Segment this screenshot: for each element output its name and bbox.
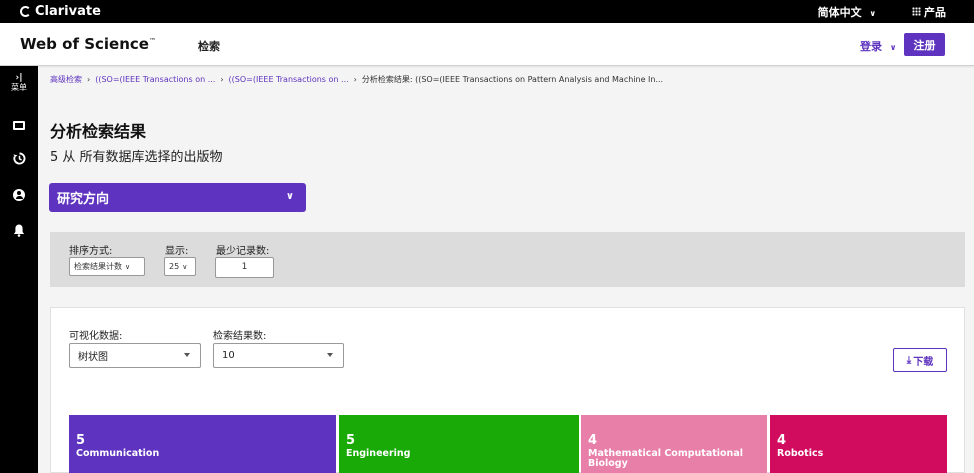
top-bar: Clarivate 简体中文 ∨ 产品 xyxy=(0,0,974,23)
min-records-input[interactable]: 1 xyxy=(215,257,274,278)
history-icon[interactable] xyxy=(12,151,26,165)
breadcrumb: 高级检索 › ((SO=(IEEE Transactions on ... › ((SO… xyxy=(50,74,663,85)
sort-label: 排序方式: xyxy=(69,246,113,257)
research-area-dropdown[interactable]: 研究方向 ∨ xyxy=(49,183,306,212)
breadcrumb-current: 分析检索结果: ((SO=(IEEE Transactions on Patte… xyxy=(361,75,664,84)
tile-name: Robotics xyxy=(777,448,824,459)
language-label: 简体中文 xyxy=(817,5,862,19)
page-title: 分析检索结果 xyxy=(50,122,147,141)
chevron-down-icon: ∨ xyxy=(889,43,897,52)
register-button[interactable]: 注册 xyxy=(904,33,945,56)
tile-name: Mathematical Computational Biology xyxy=(588,448,743,469)
breadcrumb-separator: › xyxy=(220,75,224,84)
folder-icon[interactable] xyxy=(12,118,26,132)
min-records-label: 最少记录数: xyxy=(216,246,270,257)
tile-name: Communication xyxy=(76,448,160,459)
treemap-tile-mathematical-computational-biology[interactable]: 4 Mathematical Computational Biology xyxy=(581,415,767,473)
login-menu[interactable]: 登录 ∨ xyxy=(860,38,896,54)
app-header: Web of Science™ 检索 登录 ∨ 注册 xyxy=(0,23,974,66)
sidebar-menu-toggle[interactable]: ›| 菜单 xyxy=(0,73,38,93)
clarivate-logo-icon xyxy=(20,6,31,17)
products-menu[interactable]: 产品 xyxy=(912,4,946,20)
sort-select[interactable]: 检索结果计数 ∨ xyxy=(69,257,145,276)
treemap-tile-robotics[interactable]: 4 Robotics xyxy=(770,415,947,473)
language-selector[interactable]: 简体中文 ∨ xyxy=(818,4,876,20)
breadcrumb-separator: › xyxy=(353,75,357,84)
show-value: 25 xyxy=(169,262,180,271)
breadcrumb-query-2[interactable]: ((SO=(IEEE Transactions on ... xyxy=(229,75,349,84)
chevron-down-icon: ∨ xyxy=(182,262,188,271)
breadcrumb-advanced-search[interactable]: 高级检索 xyxy=(50,75,82,84)
breadcrumb-query-1[interactable]: ((SO=(IEEE Transactions on ... xyxy=(95,75,215,84)
tile-count: 4 xyxy=(588,433,598,448)
bell-icon[interactable] xyxy=(12,223,26,237)
show-select[interactable]: 25 ∨ xyxy=(164,257,196,276)
treemap-tile-communication[interactable]: 5 Communication xyxy=(69,415,336,473)
grid-icon xyxy=(912,7,921,16)
tile-name: Engineering xyxy=(346,448,411,459)
brand-name: Clarivate xyxy=(35,4,101,19)
user-icon[interactable] xyxy=(12,188,26,202)
results-subtitle: 5 从 所有数据库选择的出版物 xyxy=(50,150,223,165)
expand-menu-icon: ›| xyxy=(15,73,23,83)
menu-label: 菜单 xyxy=(11,83,27,92)
chevron-down-icon: ∨ xyxy=(869,8,877,18)
tile-count: 5 xyxy=(346,433,356,448)
sidebar: ›| 菜单 xyxy=(0,66,38,473)
nav-search-link[interactable]: 检索 xyxy=(198,38,220,54)
download-icon: ⤓ xyxy=(906,354,912,366)
logo-text: Web of Science xyxy=(20,35,149,53)
show-label: 显示: xyxy=(165,246,189,257)
sort-value: 检索结果计数 xyxy=(74,262,122,271)
chevron-down-icon: ∨ xyxy=(125,262,131,271)
chevron-down-icon: ∨ xyxy=(285,191,294,202)
download-label: 下载 xyxy=(913,356,934,368)
research-area-label: 研究方向 xyxy=(57,192,110,207)
viz-data-label: 可视化数据: xyxy=(69,331,123,342)
products-label: 产品 xyxy=(924,5,946,19)
login-label: 登录 xyxy=(860,40,882,53)
clarivate-logo[interactable]: Clarivate xyxy=(20,4,101,19)
trademark: ™ xyxy=(148,37,156,45)
viz-type-value: 树状图 xyxy=(78,352,108,363)
treemap-tile-engineering[interactable]: 5 Engineering xyxy=(339,415,579,473)
tile-count: 4 xyxy=(777,433,787,448)
caret-down-icon xyxy=(184,353,190,357)
result-count-label: 检索结果数: xyxy=(213,331,267,342)
filter-bar: 排序方式: 检索结果计数 ∨ 显示: 25 ∨ 最少记录数: 1 xyxy=(50,232,965,287)
result-count-value: 10 xyxy=(222,350,235,361)
download-button[interactable]: ⤓ 下载 xyxy=(893,348,947,372)
visualization-card: 可视化数据: 树状图 检索结果数: 10 ⤓ 下载 5 Communicatio… xyxy=(50,307,965,473)
viz-type-select[interactable]: 树状图 xyxy=(69,343,201,368)
tile-count: 5 xyxy=(76,433,86,448)
caret-down-icon xyxy=(327,353,333,357)
breadcrumb-separator: › xyxy=(87,75,91,84)
result-count-select[interactable]: 10 xyxy=(213,343,344,368)
web-of-science-logo[interactable]: Web of Science™ xyxy=(20,35,156,53)
